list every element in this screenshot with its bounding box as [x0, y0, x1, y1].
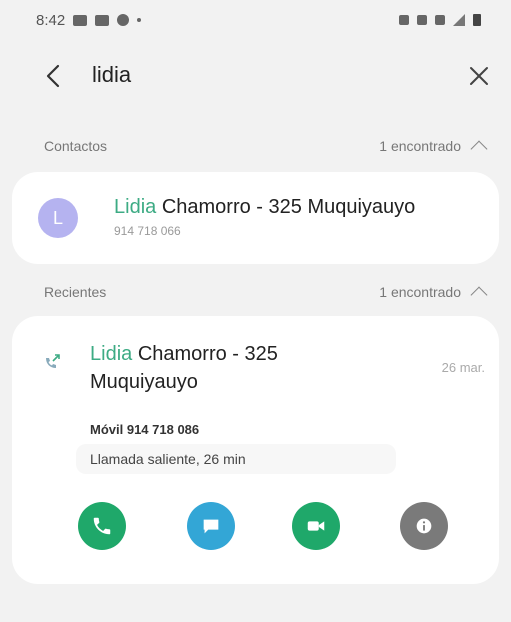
recent-name-highlight: Lidia: [90, 343, 133, 365]
network-type-icon: [417, 15, 427, 25]
contacts-count: 1 encontrado: [379, 138, 461, 154]
chevron-up-icon: [470, 286, 488, 304]
recents-section-label: Recientes: [44, 284, 107, 300]
search-input[interactable]: lidia: [92, 62, 131, 88]
recent-contact-name: Lidia Chamorro - 325 Muquiyauyo: [90, 340, 350, 396]
video-call-button[interactable]: [292, 502, 340, 550]
contacts-section-label: Contactos: [44, 138, 108, 154]
gallery-notification-icon: [73, 14, 88, 26]
recents-count: 1 encontrado: [379, 284, 461, 300]
avatar: L: [38, 198, 78, 238]
search-bar: lidia: [0, 48, 511, 104]
status-left: 8:42: [36, 11, 142, 29]
info-icon: [416, 518, 432, 534]
close-icon: [470, 67, 488, 85]
contacts-section-count-wrap: 1 encontrado: [379, 137, 488, 158]
back-button[interactable]: [36, 58, 72, 94]
status-time: 8:42: [36, 11, 66, 29]
contact-name: Lidia Chamorro - 325 Muquiyauyo: [114, 196, 415, 219]
recent-call-card[interactable]: Lidia Chamorro - 325 Muquiyauyo 26 mar. …: [12, 316, 499, 584]
message-icon: [203, 519, 219, 534]
outgoing-call-icon: [46, 354, 60, 368]
mail-notification-icon: [95, 14, 110, 26]
contact-name-highlight: Lidia: [114, 196, 157, 218]
contact-number: 914 718 066: [114, 224, 181, 238]
status-right: [399, 14, 481, 26]
more-notifications-dot-icon: [137, 18, 142, 22]
recent-number: Móvil 914 718 086: [90, 422, 200, 437]
battery-icon: [473, 14, 481, 26]
signal-icon: [453, 14, 465, 26]
contacts-section-header[interactable]: Contactos 1 encontrado: [44, 134, 488, 158]
recent-call-date: 26 mar.: [441, 360, 485, 375]
phone-icon: [93, 517, 111, 535]
alarm-icon: [399, 15, 409, 25]
call-button[interactable]: [78, 502, 126, 550]
back-arrow-icon: [46, 64, 60, 88]
video-icon: [307, 521, 325, 531]
status-bar: 8:42: [0, 0, 511, 40]
clear-search-button[interactable]: [461, 58, 497, 94]
chevron-up-icon: [470, 140, 488, 158]
message-button[interactable]: [187, 502, 235, 550]
phone-screen: 8:42 lidia Contactos 1 encontrado L Lidi…: [0, 0, 511, 622]
contact-result-card[interactable]: L Lidia Chamorro - 325 Muquiyauyo 914 71…: [12, 172, 499, 264]
recent-call-detail: Llamada saliente, 26 min: [76, 444, 396, 474]
info-button[interactable]: [400, 502, 448, 550]
wifi-icon: [435, 15, 445, 25]
settings-notification-icon: [117, 14, 130, 26]
recents-section-header[interactable]: Recientes 1 encontrado: [44, 280, 488, 304]
recents-section-count-wrap: 1 encontrado: [379, 283, 488, 304]
recent-actions: [12, 502, 499, 552]
contact-name-rest: Chamorro - 325 Muquiyauyo: [156, 196, 416, 218]
